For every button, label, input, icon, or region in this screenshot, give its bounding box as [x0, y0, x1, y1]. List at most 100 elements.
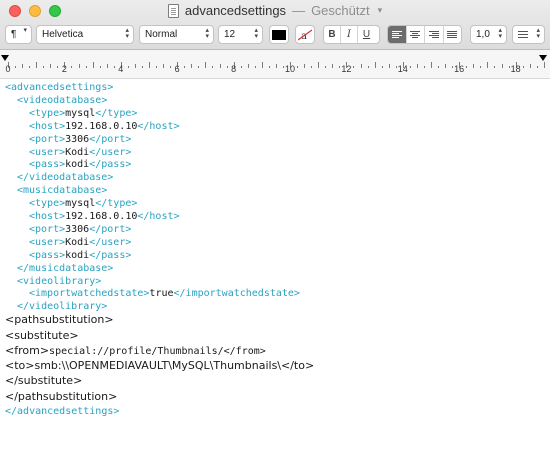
xml-tag-text: <user>: [29, 236, 66, 248]
ruler[interactable]: 0 2 4 6 8 10 12 14 16 18: [0, 50, 550, 79]
ruler-tick: [522, 66, 524, 68]
ruler-tick: [22, 64, 24, 68]
text-color-swatch: [272, 29, 286, 40]
document-line: <user>Kodi</user>: [29, 236, 131, 249]
xml-tag-text: </pass>: [89, 249, 132, 261]
underline-label: U: [362, 29, 371, 40]
font-size-select[interactable]: 12 ▴ ▾: [218, 25, 263, 44]
xml-tag-text: </host>: [137, 120, 180, 132]
ruler-number: 12: [341, 64, 352, 74]
xml-value-text: true: [149, 288, 174, 300]
xml-value-text: <to>smb:\\OPENMEDIAVAULT\MySQL\Thumbnail…: [5, 359, 315, 373]
document-line: <videolibrary>: [17, 275, 101, 288]
xml-value-text: mysql: [65, 107, 96, 119]
xml-value-text: Kodi: [65, 146, 90, 158]
xml-value-text: <from>: [5, 343, 50, 357]
background-color-well[interactable]: a: [295, 25, 315, 44]
document-line: </musicdatabase>: [17, 262, 113, 275]
document-line: <port>3306</port>: [29, 223, 131, 236]
xml-value-text: kodi: [65, 159, 90, 171]
xml-value-text: Kodi: [65, 236, 90, 248]
document-line: <substitute>: [5, 329, 79, 342]
font-family-value: Helvetica: [42, 29, 84, 40]
ruler-tick: [353, 66, 355, 68]
xml-tag-text: <videolibrary>: [17, 275, 102, 287]
ruler-tick: [212, 66, 214, 68]
font-style-select[interactable]: Normal ▴ ▾: [139, 25, 214, 44]
list-bullets-menu[interactable]: ▴ ▾: [512, 25, 545, 44]
text-color-well[interactable]: [269, 25, 289, 44]
window-title[interactable]: advancedsettings — Geschützt ▾: [0, 3, 550, 18]
ruler-tick: [409, 66, 411, 68]
ruler-number: 18: [510, 64, 521, 74]
document-line: <user>Kodi</user>: [29, 146, 131, 159]
ruler-tick: [275, 64, 277, 68]
ruler-tick: [431, 62, 432, 68]
text-document[interactable]: <advancedsettings> <videodatabase> <type>m…: [0, 79, 550, 468]
paragraph-icon: ¶: [11, 29, 17, 40]
ruler-tick: [156, 66, 158, 68]
xml-tag-text: </host>: [137, 211, 180, 222]
ruler-tick: [36, 62, 38, 68]
ruler-tick: [106, 64, 108, 68]
xml-tag-text: </user>: [89, 236, 132, 248]
italic-button[interactable]: I: [341, 26, 358, 43]
ruler-tick: [113, 66, 115, 68]
xml-tag-text: <host>: [29, 211, 66, 222]
ruler-tick: [184, 66, 186, 68]
line-spacing-select[interactable]: 1,0 ▴ ▾: [470, 25, 507, 44]
ruler-tick: [388, 64, 390, 68]
underline-button[interactable]: U: [358, 26, 375, 43]
xml-tag-text: </type>: [95, 198, 138, 210]
format-bar: ¶ ▾ Helvetica ▴▾ Normal ▴▾ 12 ▴▾ a: [0, 25, 550, 45]
document-line: <type>mysql</type>: [29, 107, 137, 120]
document-line: </substitute>: [5, 374, 82, 387]
ruler-tick: [170, 66, 172, 68]
justify-button[interactable]: [444, 26, 462, 43]
ruler-tick: [416, 64, 418, 68]
document-line: <importwatchedstate>true</importwatcheds…: [29, 287, 300, 300]
xml-tag-text: <advancedsettings>: [5, 82, 114, 93]
xml-value-text: 192.168.0.10: [65, 211, 138, 222]
font-family-select[interactable]: Helvetica ▴ ▾: [36, 25, 134, 44]
highlight-color-icon: a: [298, 29, 312, 41]
font-style-value: Normal: [145, 29, 178, 40]
right-margin-marker[interactable]: [539, 55, 547, 61]
ruler-tick: [57, 66, 59, 68]
align-left-button[interactable]: [388, 26, 407, 43]
document-line: </pathsubstitution>: [5, 390, 117, 403]
ruler-number: 10: [284, 64, 296, 74]
xml-tag-text: </port>: [89, 223, 132, 235]
ruler-tick: [141, 66, 143, 68]
document-icon: [167, 3, 179, 18]
title-separator: —: [292, 3, 306, 18]
align-center-button[interactable]: [407, 26, 425, 43]
document-line: <videodatabase>: [17, 94, 107, 107]
ruler-tick: [191, 64, 193, 68]
stepper-arrows-icon: ▴ ▾: [125, 27, 129, 40]
ruler-tick: [297, 66, 299, 68]
bold-button[interactable]: B: [324, 26, 341, 43]
ruler-tick: [240, 66, 242, 68]
xml-tag-text: <pass>: [29, 249, 66, 261]
left-indent-marker[interactable]: [1, 55, 9, 61]
ruler-tick: [282, 66, 284, 68]
xml-value-text: <substitute>: [5, 328, 79, 342]
document-name: advancedsettings: [184, 3, 287, 18]
document-line: </videolibrary>: [17, 300, 107, 313]
textedit-window: advancedsettings — Geschützt ▾ ¶ ▾ Helve…: [0, 0, 550, 468]
xml-value-text: 3306: [65, 133, 90, 145]
chevron-down-icon: ▾: [23, 27, 27, 34]
align-right-button[interactable]: [425, 26, 444, 43]
ruler-tick: [304, 64, 306, 68]
document-line: </videodatabase>: [17, 171, 113, 184]
ruler-number: 0: [5, 64, 11, 74]
paragraph-styles-menu[interactable]: ¶ ▾: [5, 25, 32, 44]
stepper-arrows-icon: ▴ ▾: [536, 27, 540, 40]
font-size-value: 12: [224, 29, 236, 40]
alignment-group: [387, 25, 462, 44]
xml-value-text: <pathsubstitution>: [5, 313, 114, 327]
ruler-tick: [536, 66, 538, 68]
ruler-number: 4: [118, 64, 124, 74]
ruler-tick: [508, 66, 510, 68]
